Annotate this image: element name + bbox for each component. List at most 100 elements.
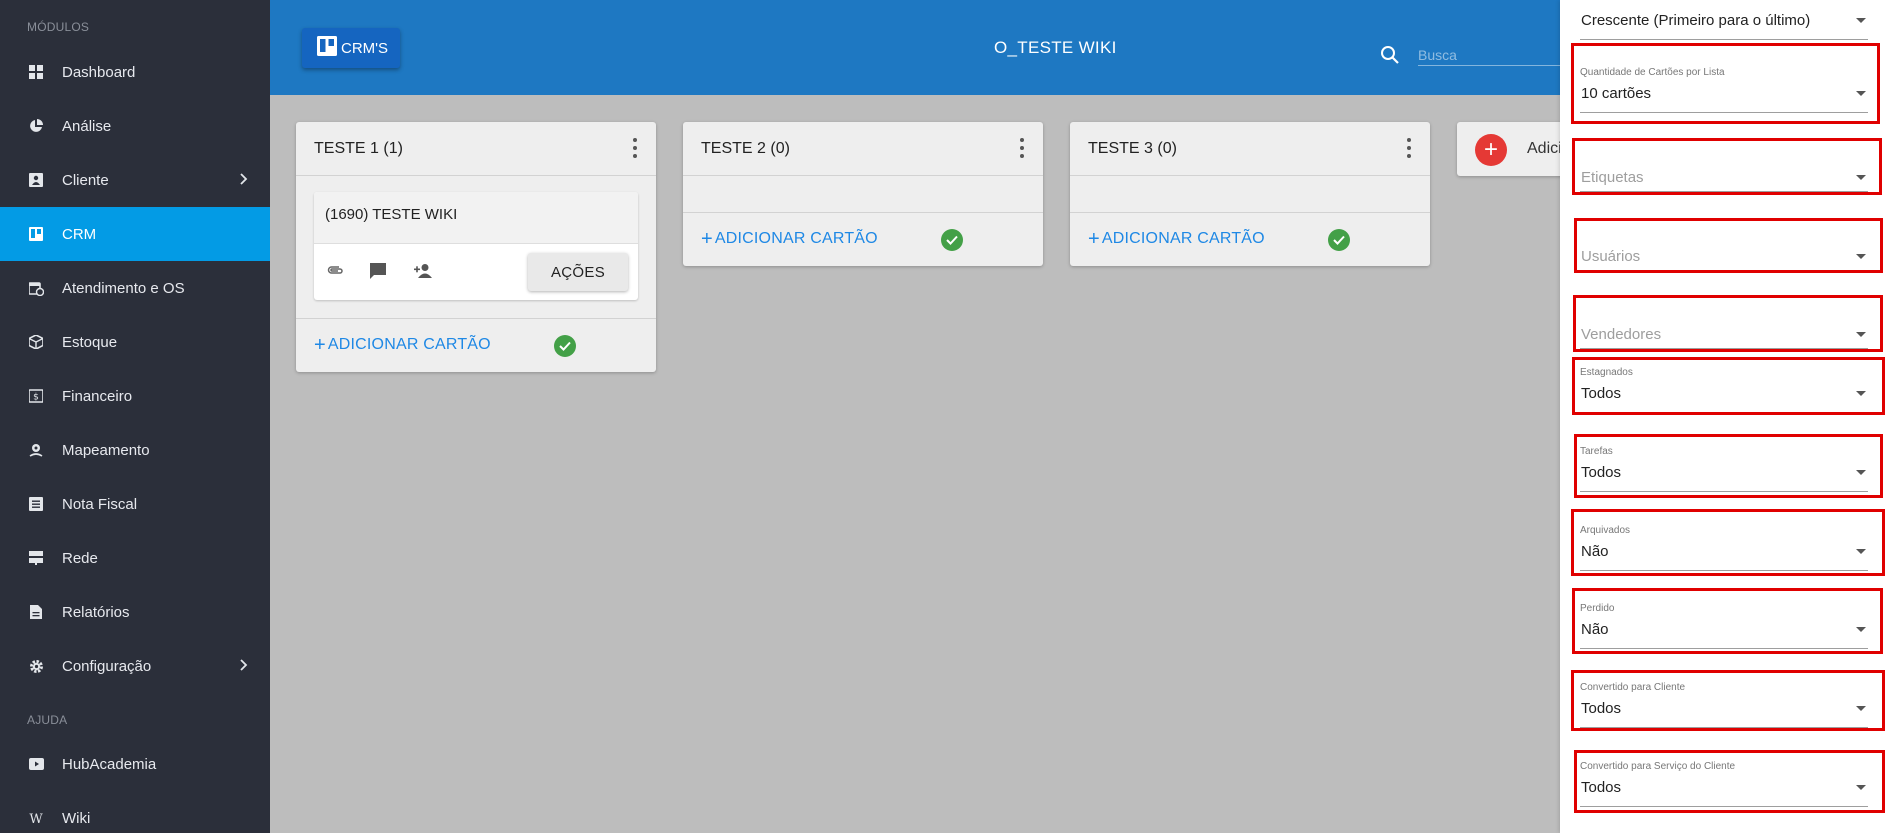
plus-icon: +	[701, 228, 713, 250]
order-value: Crescente (Primeiro para o último)	[1581, 12, 1811, 29]
sidebar-item-hubacademia[interactable]: HubAcademia	[0, 737, 270, 791]
list-title: TESTE 3 (0)	[1088, 140, 1177, 157]
check-circle-icon[interactable]	[1328, 229, 1350, 251]
more-vert-icon[interactable]	[1019, 138, 1025, 158]
crms-label: CRM'S	[341, 39, 389, 57]
person-add-icon[interactable]	[414, 263, 434, 283]
highlight-box	[1574, 750, 1885, 813]
list-body: (1690) TESTE WIKI AÇÕES	[296, 176, 656, 319]
list-count: (1)	[383, 140, 403, 157]
search-icon[interactable]	[1380, 45, 1400, 70]
svg-text:$: $	[33, 393, 39, 403]
document-icon	[28, 604, 44, 620]
list-footer: + ADICIONAR CARTÃO	[1070, 213, 1430, 266]
list-count: (0)	[770, 140, 790, 157]
crms-button[interactable]: CRM'S	[302, 28, 400, 68]
sidebar-item-configuracao[interactable]: Configuração	[0, 639, 270, 693]
chevron-right-icon	[240, 172, 248, 189]
highlight-box	[1572, 588, 1883, 654]
sidebar-item-label: Nota Fiscal	[62, 495, 138, 513]
more-vert-icon[interactable]	[632, 138, 638, 158]
plus-icon: +	[1088, 228, 1100, 250]
clock-calendar-icon	[28, 280, 44, 296]
sidebar-item-analise[interactable]: Análise	[0, 99, 270, 153]
sidebar-item-label: Estoque	[62, 333, 118, 351]
gear-icon	[28, 658, 44, 674]
add-list-button[interactable]: + Adicionar	[1457, 122, 1577, 176]
list-body	[683, 176, 1043, 213]
video-icon	[28, 756, 44, 772]
list-count: (0)	[1157, 140, 1177, 157]
check-circle-icon[interactable]	[554, 335, 576, 357]
highlight-box	[1573, 295, 1883, 352]
sidebar-item-estoque[interactable]: Estoque	[0, 315, 270, 369]
list-body	[1070, 176, 1430, 213]
sidebar-item-label: Atendimento e OS	[62, 279, 185, 297]
order-select[interactable]: Crescente (Primeiro para o último)	[1580, 0, 1868, 40]
sidebar-item-wiki[interactable]: W Wiki	[0, 791, 270, 833]
wikipedia-icon: W	[28, 810, 44, 826]
map-pin-icon	[28, 442, 44, 458]
crm-card[interactable]: (1690) TESTE WIKI AÇÕES	[314, 192, 638, 300]
board-icon	[317, 36, 337, 60]
add-card-button[interactable]: + ADICIONAR CARTÃO	[1088, 228, 1265, 251]
sidebar-item-relatorios[interactable]: Relatórios	[0, 585, 270, 639]
sidebar-item-label: Cliente	[62, 171, 109, 189]
money-icon: $	[28, 388, 44, 404]
sidebar-item-label: Rede	[62, 549, 98, 567]
plus-icon: +	[314, 334, 326, 356]
contact-card-icon	[28, 172, 44, 188]
receipt-icon	[28, 496, 44, 512]
add-circle-icon: +	[1475, 134, 1507, 166]
svg-text:W: W	[29, 812, 43, 824]
section-label-modulos: MÓDULOS	[27, 20, 90, 34]
comment-icon[interactable]	[370, 263, 386, 284]
sidebar-item-label: Dashboard	[62, 63, 136, 81]
add-card-button[interactable]: + ADICIONAR CARTÃO	[314, 334, 491, 357]
pie-chart-icon	[28, 118, 44, 134]
dropdown-arrow-icon	[1856, 18, 1866, 23]
sidebar-item-label: HubAcademia	[62, 755, 157, 773]
add-card-button[interactable]: + ADICIONAR CARTÃO	[701, 228, 878, 251]
crm-list-teste-2: TESTE 2 (0) + ADICIONAR CARTÃO	[683, 122, 1043, 266]
list-title: TESTE 1 (1)	[314, 140, 403, 157]
grid-icon	[28, 64, 44, 80]
more-vert-icon[interactable]	[1406, 138, 1412, 158]
sidebar-item-rede[interactable]: Rede	[0, 531, 270, 585]
board-icon	[28, 226, 44, 242]
sidebar-item-label: Financeiro	[62, 387, 133, 405]
board-title: O_TESTE WIKI	[994, 38, 1117, 57]
highlight-box	[1571, 43, 1880, 124]
chevron-right-icon	[240, 658, 248, 675]
card-header: (1690) TESTE WIKI	[314, 192, 638, 244]
highlight-box	[1571, 509, 1885, 576]
highlight-box	[1574, 434, 1883, 498]
sidebar-item-dashboard[interactable]: Dashboard	[0, 45, 270, 99]
sidebar-item-mapeamento[interactable]: Mapeamento	[0, 423, 270, 477]
attachment-icon[interactable]	[326, 263, 344, 282]
sidebar: MÓDULOS Dashboard Análise Cliente CRM At…	[0, 0, 270, 833]
filter-panel: Crescente (Primeiro para o último) Quant…	[1560, 0, 1901, 833]
sidebar-item-crm[interactable]: CRM	[0, 207, 270, 261]
list-footer: + ADICIONAR CARTÃO	[296, 319, 656, 372]
sidebar-item-cliente[interactable]: Cliente	[0, 153, 270, 207]
box-icon	[28, 334, 44, 350]
highlight-box	[1572, 357, 1885, 415]
sidebar-item-label: Configuração	[62, 657, 152, 675]
list-header: TESTE 2 (0)	[683, 122, 1043, 176]
list-header: TESTE 3 (0)	[1070, 122, 1430, 176]
list-footer: + ADICIONAR CARTÃO	[683, 213, 1043, 266]
card-actions-button[interactable]: AÇÕES	[528, 253, 628, 291]
search-input[interactable]	[1418, 44, 1578, 66]
list-header: TESTE 1 (1)	[296, 122, 656, 176]
list-title: TESTE 2 (0)	[701, 140, 790, 157]
sidebar-item-nota-fiscal[interactable]: Nota Fiscal	[0, 477, 270, 531]
card-actions-row: AÇÕES	[314, 244, 638, 300]
sidebar-item-atendimento[interactable]: Atendimento e OS	[0, 261, 270, 315]
check-circle-icon[interactable]	[941, 229, 963, 251]
sidebar-item-financeiro[interactable]: $ Financeiro	[0, 369, 270, 423]
highlight-box	[1572, 138, 1882, 195]
highlight-box	[1574, 218, 1883, 273]
sidebar-item-label: Mapeamento	[62, 441, 150, 459]
sidebar-item-label: Relatórios	[62, 603, 130, 621]
